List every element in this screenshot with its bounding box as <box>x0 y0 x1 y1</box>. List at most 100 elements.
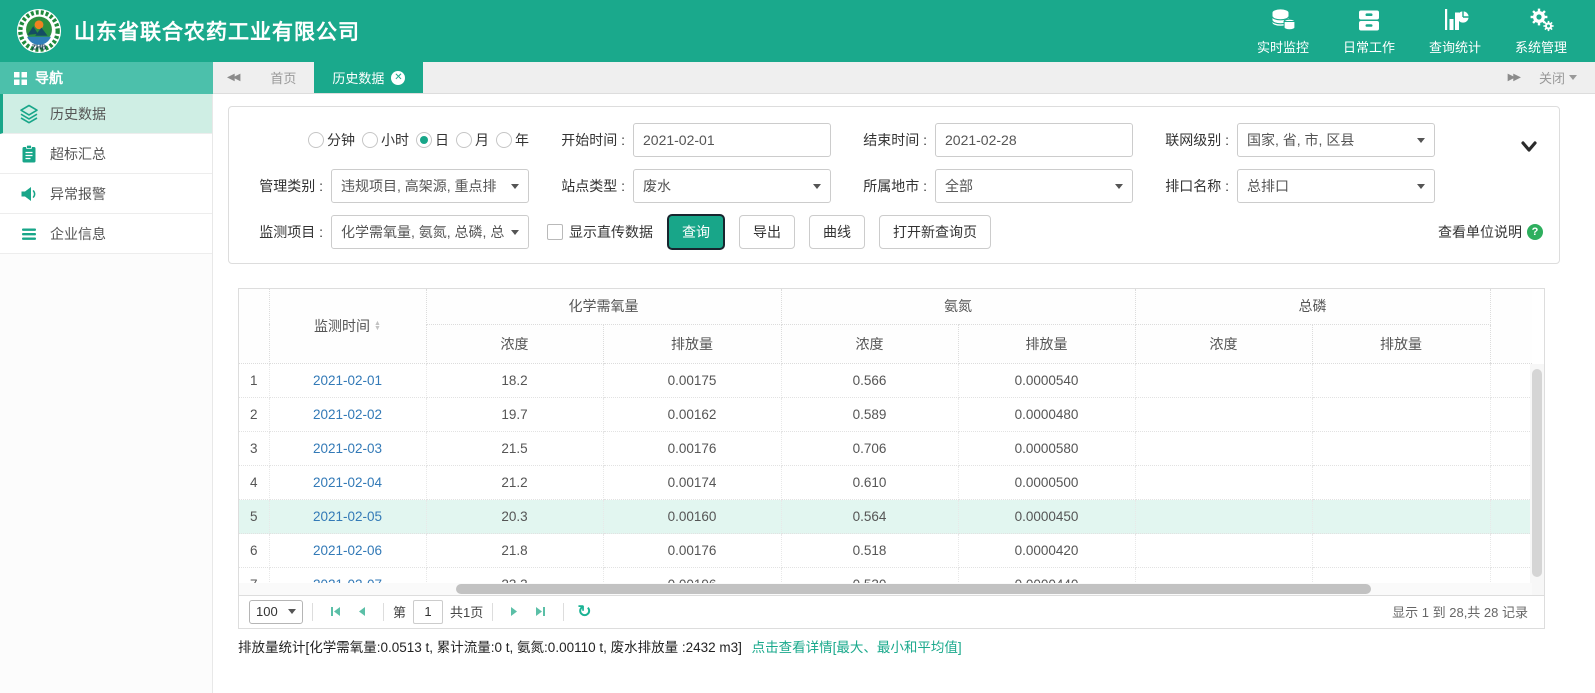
value-cell <box>1135 432 1312 466</box>
value-cell: 0.00175 <box>603 364 781 398</box>
value-cell <box>1135 398 1312 432</box>
city-select[interactable]: 全部 <box>935 169 1133 203</box>
main-content: 分钟小时日月年 开始时间 : 结束时间 : 联网级别 : 国家, 省, 市, 区… <box>213 94 1595 693</box>
tabs-right-controls: ▶▶ 关闭 <box>1508 62 1595 93</box>
radio-icon[interactable] <box>456 132 472 148</box>
divider <box>312 603 313 621</box>
row-index: 1 <box>239 364 269 398</box>
svg-text:ZHB: ZHB <box>32 44 47 52</box>
tabs-scroll-left-icon[interactable]: ◀◀ <box>213 62 252 93</box>
radio-icon[interactable] <box>416 132 432 148</box>
vertical-scrollbar-thumb[interactable] <box>1532 369 1542 577</box>
radio-icon[interactable] <box>362 132 378 148</box>
value-cell: 21.8 <box>426 534 603 568</box>
network-level-select[interactable]: 国家, 省, 市, 区县 <box>1237 123 1435 157</box>
value-cell: 0.564 <box>781 500 958 534</box>
page-number-input[interactable] <box>413 600 443 624</box>
direct-data-checkbox[interactable] <box>547 224 563 240</box>
value-cell <box>1135 364 1312 398</box>
date-link[interactable]: 2021-02-03 <box>269 432 426 466</box>
nav-system-manage[interactable]: 系统管理 <box>1503 6 1579 56</box>
page-size-select[interactable]: 100 <box>249 600 303 624</box>
radio-icon[interactable] <box>496 132 512 148</box>
first-page-button[interactable] <box>322 606 349 617</box>
period-radio-2[interactable]: 日 <box>416 130 449 150</box>
nav-daily-work[interactable]: 日常工作 <box>1331 6 1407 56</box>
last-page-button[interactable] <box>527 606 554 617</box>
end-time-input[interactable] <box>935 123 1133 157</box>
manage-category-select[interactable]: 违规项目, 高架源, 重点排 <box>331 169 529 203</box>
period-radio-1[interactable]: 小时 <box>362 130 409 150</box>
period-radio-label: 年 <box>515 130 529 150</box>
overflow-column-header <box>1490 289 1532 363</box>
period-radio-3[interactable]: 月 <box>456 130 489 150</box>
value-cell: 20.3 <box>426 500 603 534</box>
close-tabs-menu[interactable]: 关闭 <box>1539 68 1577 87</box>
row-number-header <box>239 289 269 363</box>
refresh-icon[interactable]: ↻ <box>573 602 595 622</box>
date-link[interactable]: 2021-02-01 <box>269 364 426 398</box>
tab-history-data[interactable]: 历史数据 ✕ <box>314 62 423 93</box>
date-link[interactable]: 2021-02-04 <box>269 466 426 500</box>
horizontal-scrollbar[interactable] <box>239 583 1532 595</box>
value-cell: 0.0000500 <box>958 466 1135 500</box>
site-type-field: 站点类型 : 废水 <box>547 169 831 203</box>
sidebar-item-company-info[interactable]: 企业信息 <box>0 214 212 254</box>
curve-button[interactable]: 曲线 <box>809 215 865 249</box>
nav-query-stats[interactable]: 查询统计 <box>1417 6 1493 56</box>
value-cell <box>1135 534 1312 568</box>
value-cell: 21.2 <box>426 466 603 500</box>
date-link[interactable]: 2021-02-02 <box>269 398 426 432</box>
vertical-scrollbar[interactable] <box>1530 364 1544 595</box>
group-header-tp: 总磷 <box>1135 289 1490 324</box>
next-page-button[interactable] <box>502 606 527 617</box>
monitor-items-select[interactable]: 化学需氧量, 氨氮, 总磷, 总 <box>331 215 529 249</box>
open-new-query-button[interactable]: 打开新查询页 <box>879 215 991 249</box>
filter-row-3: 监测项目 : 化学需氧量, 氨氮, 总磷, 总 显示直传数据 查询 导出 曲线 … <box>245 215 1543 249</box>
direct-data-label: 显示直传数据 <box>569 222 653 242</box>
date-link[interactable]: 2021-02-06 <box>269 534 426 568</box>
table-body: 12021-02-0118.20.001750.5660.00005402202… <box>239 364 1532 595</box>
value-cell: 0.589 <box>781 398 958 432</box>
query-button[interactable]: 查询 <box>667 214 725 250</box>
tab-close-icon[interactable]: ✕ <box>391 71 405 85</box>
filter-row-2: 管理类别 : 违规项目, 高架源, 重点排 站点类型 : 废水 所属地市 : 全… <box>245 169 1543 203</box>
unit-description-link[interactable]: 查看单位说明 ? <box>1438 222 1543 242</box>
view-detail-link[interactable]: 点击查看详情[最大、最小和平均值] <box>752 640 962 655</box>
sort-icon[interactable]: ▲▼ <box>374 321 381 331</box>
city-field: 所属地市 : 全部 <box>849 169 1133 203</box>
table-body-viewport: 12021-02-0118.20.001750.5660.00005402202… <box>239 364 1544 595</box>
outlet-select[interactable]: 总排口 <box>1237 169 1435 203</box>
horizontal-scrollbar-thumb[interactable] <box>456 584 1371 594</box>
speaker-icon <box>19 184 39 204</box>
period-radio-0[interactable]: 分钟 <box>308 130 355 150</box>
sidebar-item-history-data[interactable]: 历史数据 <box>0 94 212 134</box>
sub-header-nh3-concentration: 浓度 <box>781 324 958 363</box>
database-icon <box>1270 6 1297 34</box>
direct-data-checkbox-wrap[interactable]: 显示直传数据 <box>547 222 653 242</box>
sidebar-item-exceed-summary[interactable]: 超标汇总 <box>0 134 212 174</box>
value-cell <box>1312 534 1490 568</box>
end-time-label: 结束时间 : <box>849 130 935 150</box>
value-cell: 0.0000420 <box>958 534 1135 568</box>
chart-icon <box>1442 6 1469 34</box>
export-button[interactable]: 导出 <box>739 215 795 249</box>
site-type-select[interactable]: 废水 <box>633 169 831 203</box>
divider <box>492 603 493 621</box>
nav-realtime-monitor[interactable]: 实时监控 <box>1245 6 1321 56</box>
start-time-input[interactable] <box>633 123 831 157</box>
value-cell: 19.7 <box>426 398 603 432</box>
sub-header-tp-emission: 排放量 <box>1312 324 1490 363</box>
date-link[interactable]: 2021-02-05 <box>269 500 426 534</box>
collapse-filters-icon[interactable] <box>1521 141 1537 153</box>
divider <box>383 603 384 621</box>
monitor-time-header[interactable]: 监测时间▲▼ <box>269 289 426 363</box>
prev-page-button[interactable] <box>349 606 374 617</box>
tab-home[interactable]: 首页 <box>252 62 314 93</box>
outlet-field: 排口名称 : 总排口 <box>1151 169 1435 203</box>
tabs-scroll-right-icon[interactable]: ▶▶ <box>1508 72 1519 83</box>
radio-icon[interactable] <box>308 132 324 148</box>
city-label: 所属地市 : <box>849 176 935 196</box>
period-radio-4[interactable]: 年 <box>496 130 529 150</box>
sidebar-item-abnormal-alarm[interactable]: 异常报警 <box>0 174 212 214</box>
